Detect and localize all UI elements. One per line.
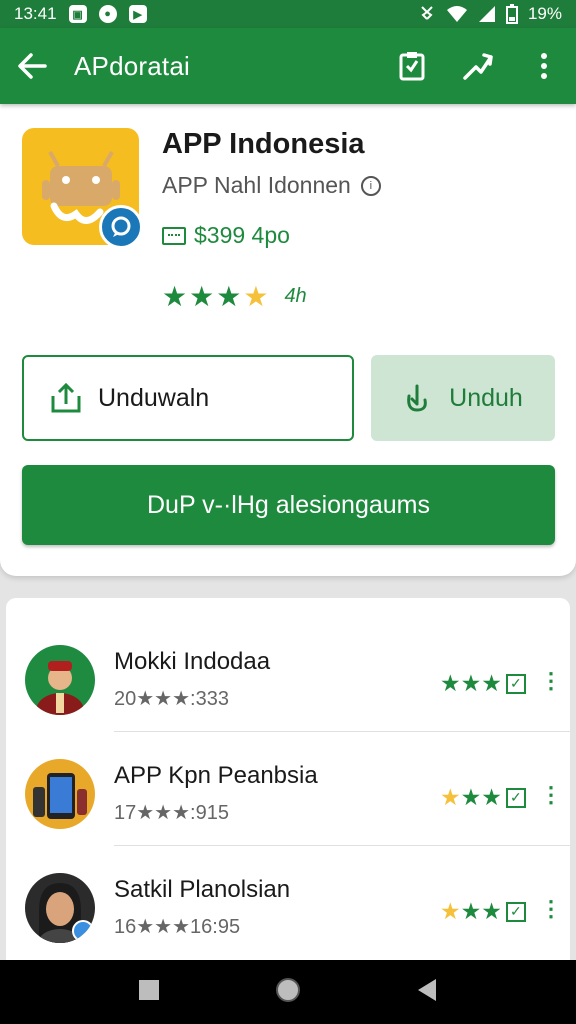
info-icon[interactable]: i — [360, 175, 381, 196]
star-icon: ★ — [460, 784, 482, 810]
star-icon: ★ — [481, 670, 502, 696]
app-detail-card: APP Indonesia APP Nahl Idonnen i $399 4p… — [0, 104, 576, 576]
app-developer[interactable]: APP Nahl Idonnen i — [162, 172, 381, 199]
developer-name: APP Nahl Idonnen — [162, 172, 351, 198]
upload-icon — [51, 382, 81, 413]
star-icon: ★ — [189, 281, 215, 312]
unduwaln-button[interactable]: Unduwaln — [22, 355, 354, 441]
location-icon: ● — [98, 5, 117, 23]
star-icon: ★ — [440, 898, 461, 924]
star-icon: ★ — [440, 670, 461, 696]
list-item-subtitle: 20★★★:333 — [114, 688, 229, 710]
checkbox-icon[interactable]: ✓ — [505, 901, 526, 922]
app-bar: APdoratai — [0, 28, 576, 104]
list-item-subtitle: 17★★★:915 — [114, 802, 229, 824]
back-nav-icon[interactable] — [416, 978, 438, 1007]
star-icon: ★ — [440, 784, 461, 810]
avatar — [25, 873, 95, 943]
back-arrow-icon[interactable] — [16, 50, 48, 82]
home-icon[interactable] — [275, 977, 301, 1008]
battery-icon — [505, 4, 518, 24]
app-name: APP Indonesia — [162, 128, 365, 160]
system-nav-bar — [0, 960, 576, 1024]
wifi-icon — [446, 5, 468, 23]
star-icon: ★ — [243, 281, 269, 312]
unduh-button[interactable]: Unduh — [371, 355, 555, 441]
primary-action-button[interactable]: DuP v-·lHg alesiongaums — [22, 465, 555, 545]
page-title: APdoratai — [74, 50, 190, 81]
more-vert-icon[interactable]: ⋮ — [540, 784, 562, 806]
avatar — [25, 645, 95, 715]
list-item[interactable]: Satkil Planolsian 16★★★16:95 ★ ★ ★ ✓ ⋮ — [6, 846, 570, 960]
checkbox-icon[interactable]: ✓ — [505, 787, 526, 808]
list-item[interactable]: Mokki Indodaa 20★★★:333 ★ ★ ★ ✓ ⋮ — [6, 618, 570, 732]
star-icon: ★ — [481, 784, 502, 810]
share-icon[interactable] — [462, 50, 494, 82]
star-icon: ★ — [216, 281, 242, 312]
more-vert-icon[interactable]: ⋮ — [540, 898, 562, 920]
bookmark-check-icon[interactable] — [396, 50, 428, 82]
ticket-icon — [162, 226, 186, 245]
unduwaln-label: Unduwaln — [98, 383, 210, 412]
checkbox-icon[interactable]: ✓ — [505, 673, 526, 694]
app-icon — [22, 128, 143, 249]
status-bar: 13:41 ▣ ● ▶ 19% — [0, 0, 576, 28]
star-icon: ★ — [460, 670, 482, 696]
signal-icon — [478, 5, 496, 23]
rating-label: 4h — [284, 285, 307, 307]
download-icon — [407, 384, 427, 412]
list-item-rating: ★ ★ ★ ✓ — [440, 898, 526, 925]
primary-action-label: DuP v-·lHg alesiongaums — [147, 490, 430, 519]
play-icon: ▶ — [128, 5, 147, 23]
related-apps-list: Mokki Indodaa 20★★★:333 ★ ★ ★ ✓ ⋮ APP Kp… — [6, 598, 570, 978]
price-text: $399 4po — [194, 222, 290, 248]
list-item[interactable]: APP Kpn Peanbsia 17★★★:915 ★ ★ ★ ✓ ⋮ — [6, 732, 570, 846]
chat-badge-icon — [99, 205, 143, 249]
list-item-subtitle: 16★★★16:95 — [114, 916, 241, 938]
vibrate-icon — [418, 5, 436, 23]
star-icon: ★ — [481, 898, 502, 924]
battery-level: 19% — [527, 4, 562, 23]
avatar — [25, 759, 95, 829]
gallery-icon: ▣ — [68, 5, 87, 23]
star-icon: ★ — [460, 898, 482, 924]
unduh-label: Unduh — [449, 383, 523, 412]
star-icon: ★ — [162, 281, 188, 312]
app-price: $399 4po — [162, 222, 290, 249]
status-time: 13:41 — [14, 4, 57, 23]
list-item-title: Mokki Indodaa — [114, 648, 271, 675]
recents-icon[interactable] — [138, 979, 160, 1006]
more-vert-icon[interactable] — [528, 50, 560, 82]
list-item-rating: ★ ★ ★ ✓ — [440, 784, 526, 811]
list-item-rating: ★ ★ ★ ✓ — [440, 670, 526, 697]
list-item-title: Satkil Planolsian — [114, 876, 291, 903]
list-item-title: APP Kpn Peanbsia — [114, 762, 318, 789]
more-vert-icon[interactable]: ⋮ — [540, 670, 562, 692]
rating: ★ ★ ★ ★ 4h — [162, 280, 307, 313]
